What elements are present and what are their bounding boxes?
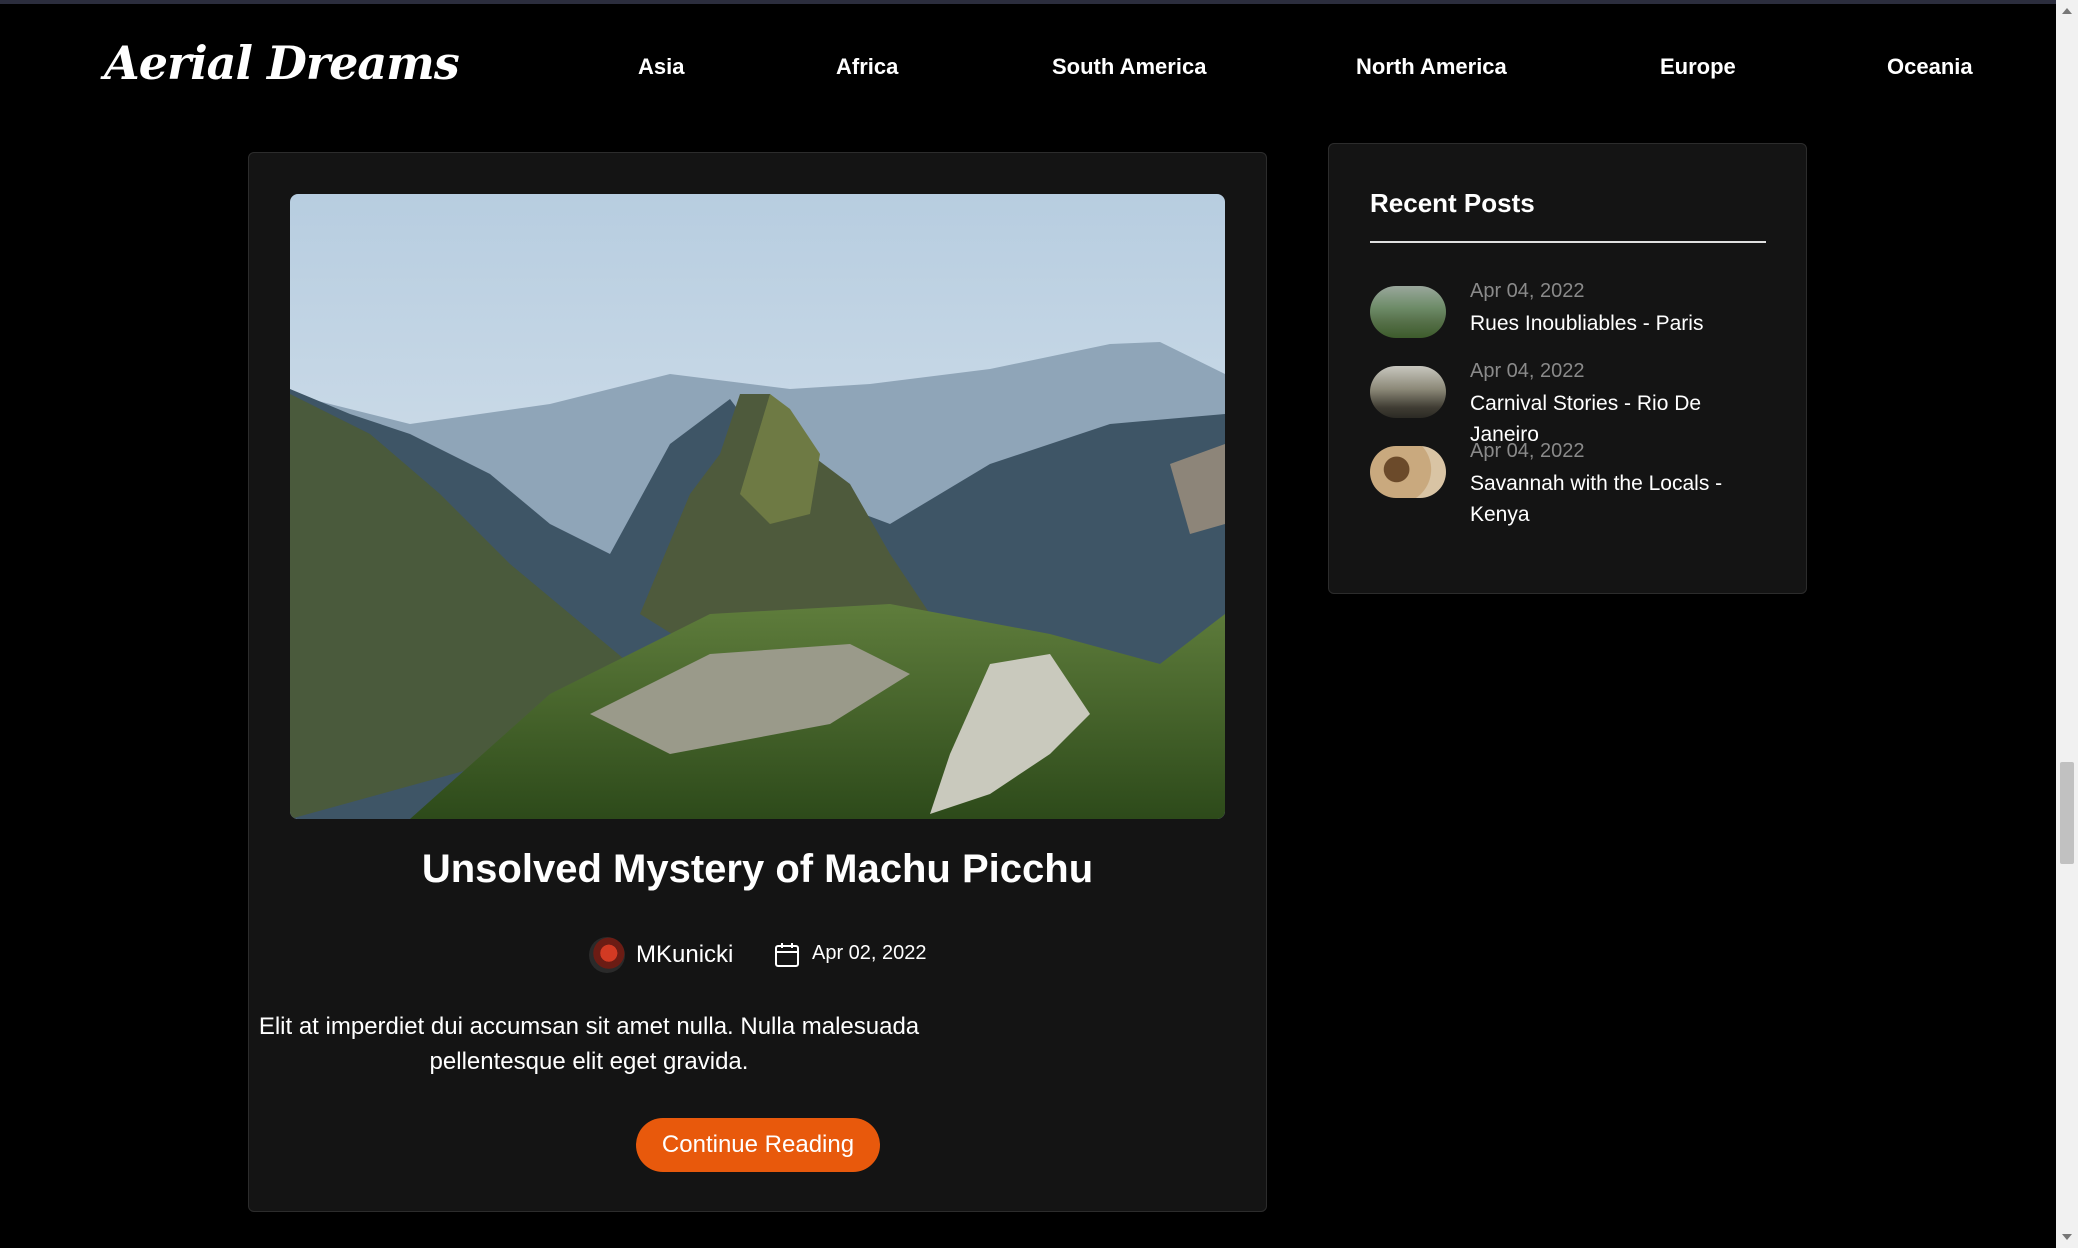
- scrollbar-thumb[interactable]: [2060, 762, 2074, 864]
- nav-item-africa[interactable]: Africa: [836, 54, 898, 80]
- recent-post-title[interactable]: Rues Inoubliables - Paris: [1470, 308, 1770, 339]
- recent-post-thumbnail[interactable]: [1370, 446, 1446, 498]
- post-author[interactable]: MKunicki: [636, 941, 733, 969]
- recent-posts-sidebar: Recent Posts Apr 04, 2022 Rues Inoubliab…: [1328, 143, 1807, 594]
- author-avatar: [589, 937, 625, 973]
- page-scrollbar[interactable]: [2056, 0, 2078, 1248]
- nav-item-oceania[interactable]: Oceania: [1887, 54, 1973, 80]
- post-image[interactable]: [290, 194, 1225, 819]
- calendar-icon: [775, 943, 799, 967]
- scroll-up-arrow-icon[interactable]: [2056, 0, 2078, 22]
- post-date: Apr 02, 2022: [812, 942, 927, 964]
- post-excerpt-container: Elit at imperdiet dui accumsan sit amet …: [249, 1009, 1266, 1079]
- scroll-down-arrow-icon[interactable]: [2056, 1226, 2078, 1248]
- post-title[interactable]: Unsolved Mystery of Machu Picchu: [249, 847, 1266, 892]
- post-card: Unsolved Mystery of Machu Picchu MKunick…: [248, 152, 1267, 1212]
- recent-post-thumbnail[interactable]: [1370, 366, 1446, 418]
- sidebar-divider: [1370, 241, 1766, 243]
- recent-post-title[interactable]: Savannah with the Locals - Kenya: [1470, 468, 1770, 530]
- nav-item-europe[interactable]: Europe: [1660, 54, 1736, 80]
- main-nav: Asia Africa South America North America …: [0, 54, 2078, 84]
- post-meta: MKunicki Apr 02, 2022: [249, 935, 1266, 973]
- post-excerpt: Elit at imperdiet dui accumsan sit amet …: [258, 1013, 920, 1075]
- recent-post-date: Apr 04, 2022: [1470, 360, 1585, 382]
- nav-item-south-america[interactable]: South America: [1052, 54, 1206, 80]
- nav-item-asia[interactable]: Asia: [638, 54, 684, 80]
- recent-post-date: Apr 04, 2022: [1470, 280, 1585, 302]
- recent-post-item[interactable]: Apr 04, 2022 Carnival Stories - Rio De J…: [1370, 360, 1770, 446]
- recent-posts-title: Recent Posts: [1370, 188, 1535, 218]
- window-top-border: [0, 0, 2078, 4]
- recent-post-item[interactable]: Apr 04, 2022 Rues Inoubliables - Paris: [1370, 280, 1770, 352]
- continue-reading-button[interactable]: Continue Reading: [636, 1118, 880, 1172]
- recent-post-item[interactable]: Apr 04, 2022 Savannah with the Locals - …: [1370, 440, 1770, 526]
- recent-post-thumbnail[interactable]: [1370, 286, 1446, 338]
- recent-post-date: Apr 04, 2022: [1470, 440, 1585, 462]
- mountain-landscape-image: [290, 194, 1225, 819]
- nav-item-north-america[interactable]: North America: [1356, 54, 1507, 80]
